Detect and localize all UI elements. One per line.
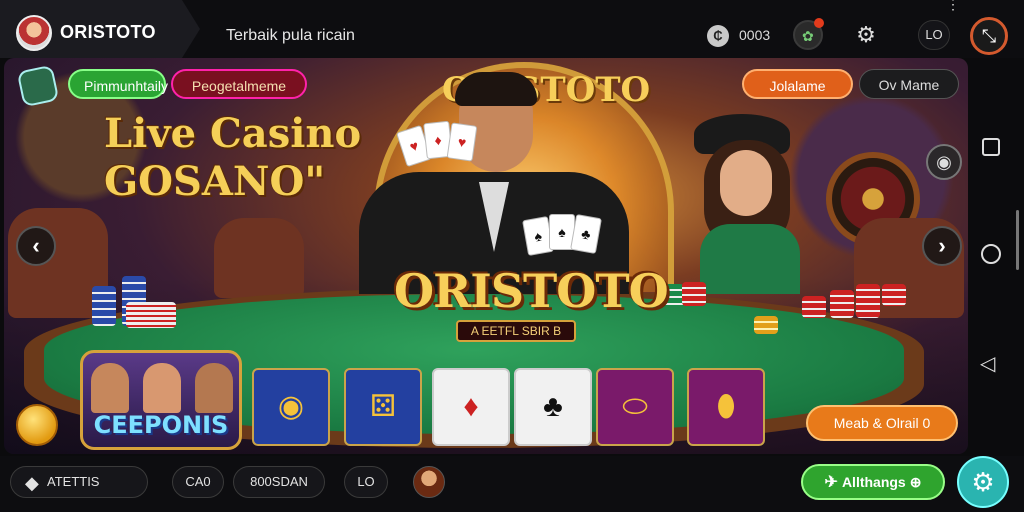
exit-button[interactable]: ◆ ATETTIS	[10, 466, 148, 498]
all-games-label: Allthangs	[841, 474, 906, 490]
logo-subtitle-plate: A EETFL SBIR B	[456, 320, 576, 342]
playing-card: ♥	[446, 122, 478, 162]
chip-stack-image	[92, 286, 116, 326]
all-games-button[interactable]: ✈ Allthangs ⊕	[801, 464, 945, 500]
back-icon[interactable]: ◁	[980, 351, 995, 376]
champion-portrait	[143, 363, 181, 413]
gamepad-icon: ⊕	[909, 474, 922, 490]
champion-portrait	[195, 363, 233, 413]
chair-mid-image	[214, 218, 304, 298]
chip-stack-image	[882, 284, 906, 306]
casino-app-screen: ORISTOTO Terbaik pula ricain ₵ 0003 ✿ ⚙ …	[0, 0, 1024, 512]
boost-button[interactable]: 800SDAN	[233, 466, 325, 498]
chip-stack-image	[754, 316, 778, 334]
spade-card-tile[interactable]: ♣	[514, 368, 592, 446]
dice-game-tile[interactable]: ⚄	[344, 368, 422, 446]
champions-label: CEEPONIS	[93, 411, 229, 439]
exit-fullscreen-icon[interactable]: ⤡	[970, 17, 1008, 55]
category-pill-orange[interactable]: Jolalame	[742, 69, 853, 99]
exit-icon: ◆	[25, 472, 39, 493]
chip-stack-image	[856, 284, 880, 318]
banner-prev-arrow-icon[interactable]: ‹	[16, 226, 56, 266]
chip-stack-image	[682, 282, 706, 306]
promo-button[interactable]: Meab & Olrail 0	[806, 405, 958, 441]
card-deck-image	[126, 302, 176, 328]
live-casino-title: Live Casino GOSANO"	[104, 110, 361, 206]
settings-gear-icon[interactable]: ⚙	[852, 21, 880, 49]
hostess-face	[720, 150, 772, 216]
live-title-line2: GOSANO"	[104, 158, 326, 205]
chip-game-tile[interactable]: ⬭	[596, 368, 674, 446]
champion-portrait	[91, 363, 129, 413]
hostess-image	[694, 114, 814, 294]
cao-button[interactable]: CA0	[172, 466, 224, 498]
oristoto-main-logo: ORISTOTO	[394, 264, 669, 318]
rocket-icon: ✈	[824, 474, 838, 491]
hero-banner[interactable]: ORISTOTO ♥ ♦ ♥ ♠ ♠ ♣ Live Casino GOSANO"…	[4, 58, 968, 454]
brand-name: ORISTOTO	[60, 22, 156, 42]
heart-card-tile[interactable]: ♦	[432, 368, 510, 446]
brand-mascot-icon	[16, 15, 52, 51]
chip-stack-image	[830, 290, 854, 318]
recent-apps-icon[interactable]	[982, 138, 1000, 156]
dealer-hair	[455, 72, 537, 106]
user-avatar[interactable]	[413, 466, 445, 498]
coin-icon: ₵	[707, 25, 729, 47]
hostess-dress	[700, 224, 800, 294]
category-pill-dark[interactable]: Ov Mame	[859, 69, 959, 99]
gold-coin-button-icon[interactable]	[16, 404, 58, 446]
more-options-icon[interactable]: ⋮	[946, 0, 960, 13]
gift-notification-icon[interactable]: ✿	[793, 18, 824, 50]
target-icon[interactable]: ◉	[926, 144, 962, 180]
scroll-indicator[interactable]	[1016, 210, 1019, 270]
banner-next-arrow-icon[interactable]: ›	[922, 226, 962, 266]
category-pill-green[interactable]: Pimmunhtaily	[68, 69, 168, 99]
exit-label: ATETTIS	[47, 474, 100, 489]
bottom-bar: ◆ ATETTIS CA0 800SDAN LO ✈ Allthangs ⊕ ⚙	[0, 456, 1024, 512]
live-title-line1: Live Casino	[104, 110, 362, 157]
coin-game-tile[interactable]: ◉	[252, 368, 330, 446]
top-bar: ORISTOTO Terbaik pula ricain ₵ 0003 ✿ ⚙ …	[0, 0, 1024, 58]
brand-logo[interactable]: ORISTOTO	[0, 0, 200, 58]
header-title: Terbaik pula ricain	[226, 27, 355, 44]
chip-stack-image	[802, 296, 826, 318]
champions-promo-card[interactable]: CEEPONIS	[80, 350, 242, 450]
category-pill-red[interactable]: Peogetalmeme	[171, 69, 307, 99]
home-icon[interactable]	[981, 244, 1001, 264]
gold-coin-tile[interactable]: ⬮	[687, 368, 765, 446]
login-button[interactable]: LO	[918, 20, 950, 50]
coin-balance: 0003	[739, 27, 771, 43]
settings-gear-button-icon[interactable]: ⚙	[957, 456, 1009, 508]
lo-button[interactable]: LO	[344, 466, 388, 498]
